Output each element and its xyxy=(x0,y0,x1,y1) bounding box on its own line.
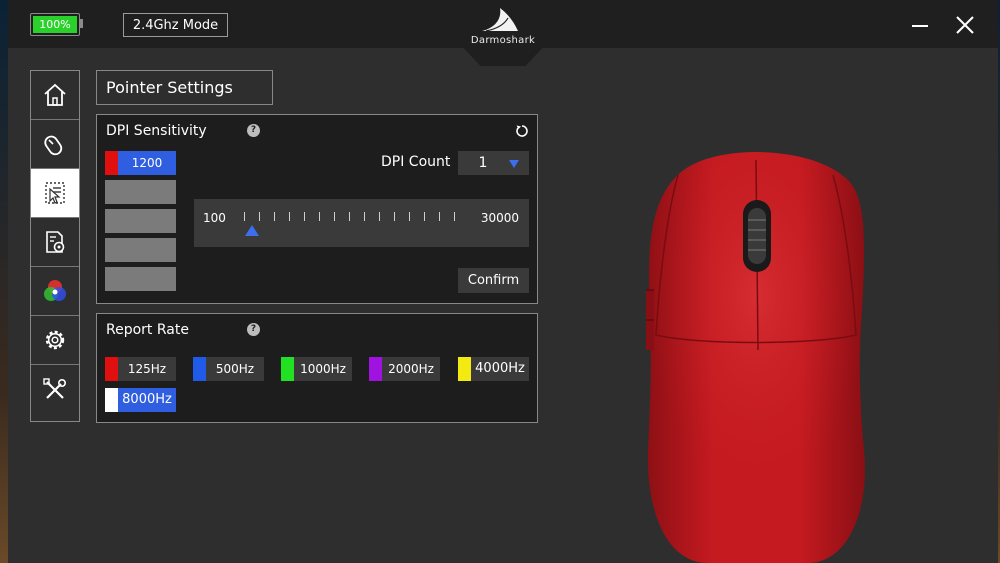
slider-tick xyxy=(379,212,380,221)
dpi-slot-3[interactable] xyxy=(105,209,176,233)
slider-tick xyxy=(334,212,335,221)
dpi-slot-color-swatch xyxy=(105,151,118,175)
pointer-settings-icon xyxy=(45,182,65,204)
dpi-count-value: 1 xyxy=(478,155,488,171)
report-rate-option-125hz[interactable]: 125Hz xyxy=(105,357,176,381)
app-window: 100% 2.4Ghz Mode Darmoshark Pointer Sett… xyxy=(8,0,998,563)
chevron-down-icon xyxy=(509,160,519,168)
reset-icon[interactable] xyxy=(515,124,529,138)
close-icon xyxy=(956,16,974,34)
slider-tick xyxy=(274,212,275,221)
report-rate-help-icon[interactable]: ? xyxy=(247,323,260,336)
report-rate-color-swatch xyxy=(458,357,471,381)
battery-percent: 100% xyxy=(39,18,71,31)
slider-tick xyxy=(364,212,365,221)
sidebar-item-macro[interactable] xyxy=(31,218,79,267)
sidebar-nav xyxy=(30,70,80,422)
connection-mode-badge: 2.4Ghz Mode xyxy=(123,13,228,37)
report-rate-label: 125Hz xyxy=(127,362,167,376)
report-rate-color-swatch xyxy=(281,357,294,381)
brand-logo-text: Darmoshark xyxy=(470,35,536,46)
report-rate-panel: Report Rate ? 125Hz 500Hz 1000Hz 2000Hz 4000… xyxy=(96,313,538,423)
report-rate-label: 1000Hz xyxy=(300,362,346,376)
sidebar-item-pointer-settings[interactable] xyxy=(31,169,79,218)
sidebar-item-lighting[interactable] xyxy=(31,267,79,316)
report-rate-color-swatch xyxy=(105,388,118,412)
gear-icon xyxy=(45,330,65,350)
dpi-slider[interactable]: 100 30000 xyxy=(194,199,529,247)
report-rate-label: 500Hz xyxy=(215,362,255,376)
dpi-panel-title: DPI Sensitivity xyxy=(106,123,207,139)
report-rate-label: 8000Hz xyxy=(122,392,172,407)
slider-tick xyxy=(259,212,260,221)
report-rate-option-8000hz[interactable]: 8000Hz xyxy=(105,388,176,412)
dpi-sensitivity-panel: DPI Sensitivity ? DPI Count 1 100 30000 … xyxy=(96,114,538,304)
report-rate-color-swatch xyxy=(193,357,206,381)
sidebar-item-settings[interactable] xyxy=(31,316,79,365)
mouse-icon xyxy=(44,135,63,156)
close-button[interactable] xyxy=(948,8,982,42)
report-rate-color-swatch xyxy=(105,357,118,381)
slider-tick xyxy=(244,212,245,221)
shark-fin-logo-icon xyxy=(482,8,518,32)
mouse-product-image xyxy=(646,152,865,563)
minimize-button[interactable] xyxy=(903,8,937,42)
slider-tick xyxy=(349,212,350,221)
report-rate-option-1000hz[interactable]: 1000Hz xyxy=(281,357,352,381)
slider-tick xyxy=(454,212,455,221)
report-rate-label: 4000Hz xyxy=(475,361,525,376)
slider-tick xyxy=(394,212,395,221)
dpi-help-icon[interactable]: ? xyxy=(247,124,260,137)
report-rate-option-4000hz[interactable]: 4000Hz xyxy=(458,357,529,381)
report-rate-label: 2000Hz xyxy=(388,362,434,376)
sidebar-item-home[interactable] xyxy=(31,71,79,120)
dpi-slider-thumb[interactable] xyxy=(244,225,259,236)
dpi-slot-2[interactable] xyxy=(105,180,176,204)
confirm-button[interactable]: Confirm xyxy=(458,268,529,293)
slider-tick xyxy=(424,212,425,221)
title-bar[interactable]: 100% 2.4Ghz Mode Darmoshark xyxy=(8,0,998,66)
dpi-slot-5[interactable] xyxy=(105,267,176,291)
slider-tick xyxy=(409,212,410,221)
slider-tick xyxy=(289,212,290,221)
slider-tick xyxy=(439,212,440,221)
slider-tick xyxy=(304,212,305,221)
dpi-slot-1[interactable]: 1200 xyxy=(105,151,176,175)
sidebar-item-tools[interactable] xyxy=(31,365,79,414)
home-icon xyxy=(44,83,66,106)
minimize-icon xyxy=(912,25,928,27)
report-rate-panel-title: Report Rate xyxy=(106,322,189,338)
dpi-count-label: DPI Count xyxy=(381,154,451,170)
wrench-screwdriver-icon xyxy=(43,377,66,399)
document-gear-icon xyxy=(46,231,65,253)
dpi-slider-ticks xyxy=(244,212,469,222)
page-title: Pointer Settings xyxy=(96,70,273,105)
dpi-count-select[interactable]: 1 xyxy=(458,151,529,175)
report-rate-color-swatch xyxy=(369,357,382,381)
slider-tick xyxy=(319,212,320,221)
battery-tip xyxy=(80,19,83,28)
report-rate-option-2000hz[interactable]: 2000Hz xyxy=(369,357,440,381)
sidebar-item-mouse[interactable] xyxy=(31,120,79,169)
report-rate-option-500hz[interactable]: 500Hz xyxy=(193,357,264,381)
dpi-slider-max-label: 30000 xyxy=(480,211,519,225)
dpi-slider-min-label: 100 xyxy=(203,211,226,225)
dpi-slot-value: 1200 xyxy=(131,156,163,170)
dpi-slot-4[interactable] xyxy=(105,238,176,262)
battery-indicator: 100% xyxy=(30,13,80,36)
rgb-circles-icon xyxy=(44,280,66,301)
